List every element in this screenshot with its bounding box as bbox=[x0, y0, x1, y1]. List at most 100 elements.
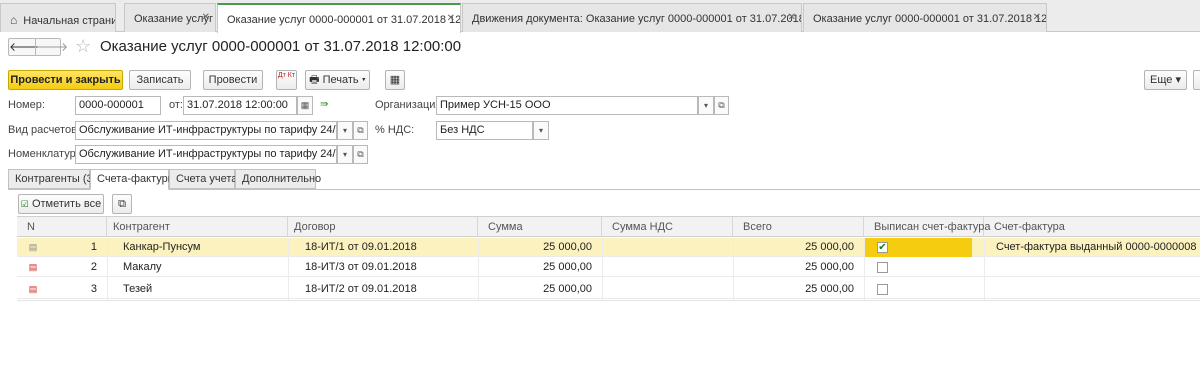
invoice-cell[interactable] bbox=[996, 258, 1200, 277]
vat-field[interactable]: Без НДС bbox=[436, 121, 533, 140]
close-icon[interactable]: ✕ bbox=[788, 12, 796, 23]
page-title: Оказание услуг 0000-000001 от 31.07.2018… bbox=[100, 38, 462, 55]
table-row[interactable]: ▤ 1 Канкар-Пунсум 18-ИТ/1 от 09.01.2018 … bbox=[17, 238, 1200, 257]
more-label: Еще bbox=[1150, 74, 1173, 86]
date-field[interactable]: 31.07.2018 12:00:00 bbox=[183, 96, 297, 115]
chevron-down-icon: ▾ bbox=[361, 74, 366, 86]
number-document-icon[interactable]: ⇛ bbox=[320, 99, 328, 110]
invoice-cell[interactable] bbox=[996, 280, 1200, 299]
post-button[interactable]: Провести bbox=[203, 70, 263, 90]
column-header[interactable]: Сумма bbox=[478, 217, 602, 237]
nomenclature-label: Номенклатура: bbox=[8, 148, 85, 160]
tab-services-document-2[interactable]: Оказание услуг 0000-000001 от 31.07.2018… bbox=[803, 3, 1047, 32]
column-header[interactable]: Счет-фактура bbox=[984, 217, 1200, 237]
column-header[interactable]: Договор bbox=[288, 217, 478, 237]
tab-label: Оказание услуг 0000-000001 от 31.07.2018… bbox=[813, 13, 1047, 25]
vat-sum-cell[interactable] bbox=[602, 258, 733, 277]
home-icon: ⌂ bbox=[10, 13, 18, 27]
calc-type-field[interactable]: Обслуживание ИТ-инфраструктуры по тарифу… bbox=[75, 121, 337, 140]
chevron-down-icon[interactable]: ▾ bbox=[698, 96, 714, 115]
save-button[interactable]: Записать bbox=[129, 70, 191, 90]
tab-additional[interactable]: Дополнительно bbox=[235, 169, 321, 189]
post-and-close-button[interactable]: Провести и закрыть bbox=[8, 70, 123, 90]
open-link-icon[interactable]: ⧉ bbox=[714, 96, 729, 115]
counterparty-cell[interactable]: Макалу bbox=[123, 258, 288, 277]
tab-accounts[interactable]: Счета учета bbox=[169, 169, 237, 189]
counterparty-cell[interactable]: Канкар-Пунсум bbox=[123, 238, 288, 257]
printer-icon: 🖶 bbox=[309, 74, 320, 86]
document-posted-icon: ▤ bbox=[28, 242, 38, 252]
open-link-icon[interactable]: ⧉ bbox=[353, 121, 368, 140]
vat-label: % НДС: bbox=[375, 124, 415, 136]
contract-cell[interactable]: 18-ИТ/2 от 09.01.2018 bbox=[305, 280, 478, 299]
column-header[interactable]: Контрагент bbox=[107, 217, 288, 237]
chevron-down-icon[interactable]: ▾ bbox=[533, 121, 549, 140]
sum-cell[interactable]: 25 000,00 bbox=[478, 280, 602, 299]
chevron-down-icon[interactable]: ▾ bbox=[337, 145, 353, 164]
document-unposted-icon: ▤ bbox=[28, 284, 38, 294]
date-label: от: bbox=[169, 99, 183, 111]
close-icon[interactable]: ✕ bbox=[1033, 12, 1041, 23]
organization-label: Организация: bbox=[375, 99, 445, 111]
chevron-down-icon[interactable]: ▾ bbox=[337, 121, 353, 140]
close-icon[interactable]: ✕ bbox=[202, 12, 210, 23]
tab-label: Движения документа: Оказание услуг 0000-… bbox=[472, 13, 802, 25]
total-cell[interactable]: 25 000,00 bbox=[733, 280, 864, 299]
total-cell[interactable]: 25 000,00 bbox=[733, 258, 864, 277]
window-tab-strip: ⌂ Начальная страница Оказание услуг ✕ Ока… bbox=[0, 0, 1200, 33]
chevron-down-icon: ▾ bbox=[1175, 74, 1181, 86]
mark-all-label: Отметить все bbox=[31, 198, 102, 210]
help-button[interactable] bbox=[1193, 70, 1200, 90]
tab-services-list[interactable]: Оказание услуг ✕ bbox=[124, 3, 216, 32]
table-row[interactable]: ▤ 3 Тезей 18-ИТ/2 от 09.01.2018 25 000,0… bbox=[17, 280, 1200, 299]
tab-label: Начальная страница bbox=[23, 15, 115, 27]
close-icon[interactable]: ✕ bbox=[447, 13, 455, 24]
number-field[interactable]: 0000-000001 bbox=[75, 96, 161, 115]
tab-home[interactable]: ⌂ Начальная страница bbox=[0, 3, 116, 32]
table-row[interactable]: ▤ 2 Макалу 18-ИТ/3 от 09.01.2018 25 000,… bbox=[17, 258, 1200, 277]
invoice-issued-checkbox[interactable] bbox=[877, 284, 888, 295]
forward-arrow-icon[interactable]: 🡒 bbox=[36, 39, 68, 55]
organization-field[interactable]: Пример УСН-15 ООО bbox=[436, 96, 698, 115]
calendar-icon[interactable]: ▦ bbox=[297, 96, 313, 115]
print-button[interactable]: 🖶 Печать ▾ bbox=[305, 70, 370, 90]
tab-services-document[interactable]: Оказание услуг 0000-000001 от 31.07.2018… bbox=[217, 3, 461, 33]
column-header[interactable]: Сумма НДС bbox=[602, 217, 733, 237]
invoice-cell[interactable]: Счет-фактура выданный 0000-0000008 от 31… bbox=[996, 238, 1200, 257]
row-number: 1 bbox=[90, 241, 97, 253]
tab-label: Оказание услуг 0000-000001 от 31.07.2018… bbox=[227, 14, 461, 26]
favorite-star-icon[interactable]: ☆ bbox=[75, 36, 91, 57]
row-number: 2 bbox=[90, 261, 97, 273]
vat-sum-cell[interactable] bbox=[602, 238, 733, 257]
print-label: Печать bbox=[322, 74, 359, 86]
column-header[interactable]: Выписан счет-фактура bbox=[864, 217, 991, 237]
dt-kt-icon[interactable]: Дт Кт bbox=[276, 70, 297, 90]
vat-sum-cell[interactable] bbox=[602, 280, 733, 299]
sum-cell[interactable]: 25 000,00 bbox=[478, 258, 602, 277]
report-structure-icon[interactable]: ▦ bbox=[385, 70, 405, 90]
tab-invoices[interactable]: Счета-фактуры bbox=[90, 169, 176, 190]
nav-buttons: 🡐 🡒 bbox=[8, 38, 68, 56]
more-button[interactable]: Еще ▾ bbox=[1144, 70, 1187, 90]
copy-icon[interactable]: ⧉ bbox=[112, 194, 132, 214]
nomenclature-field[interactable]: Обслуживание ИТ-инфраструктуры по тарифу… bbox=[75, 145, 337, 164]
document-unposted-icon: ▤ bbox=[28, 262, 38, 272]
tab-counterparties[interactable]: Контрагенты (3) bbox=[8, 169, 96, 189]
contract-cell[interactable]: 18-ИТ/1 от 09.01.2018 bbox=[305, 238, 478, 257]
invoice-issued-checkbox[interactable]: ✔ bbox=[877, 242, 888, 253]
open-link-icon[interactable]: ⧉ bbox=[353, 145, 368, 164]
number-label: Номер: bbox=[8, 99, 45, 111]
calc-type-label: Вид расчетов: bbox=[8, 124, 80, 136]
column-header[interactable]: N bbox=[17, 217, 107, 237]
column-header[interactable]: Всего bbox=[733, 217, 864, 237]
total-cell[interactable]: 25 000,00 bbox=[733, 238, 864, 257]
contract-cell[interactable]: 18-ИТ/3 от 09.01.2018 bbox=[305, 258, 478, 277]
sum-cell[interactable]: 25 000,00 bbox=[478, 238, 602, 257]
counterparty-cell[interactable]: Тезей bbox=[123, 280, 288, 299]
tab-document-movements[interactable]: Движения документа: Оказание услуг 0000-… bbox=[462, 3, 802, 32]
checkmark-icon: ☑ bbox=[20, 199, 29, 209]
invoice-issued-checkbox[interactable] bbox=[877, 262, 888, 273]
mark-all-button[interactable]: ☑ Отметить все bbox=[18, 194, 104, 214]
back-arrow-icon[interactable]: 🡐 bbox=[9, 39, 41, 55]
table-header: N Контрагент Договор Сумма Сумма НДС Все… bbox=[17, 216, 1200, 237]
